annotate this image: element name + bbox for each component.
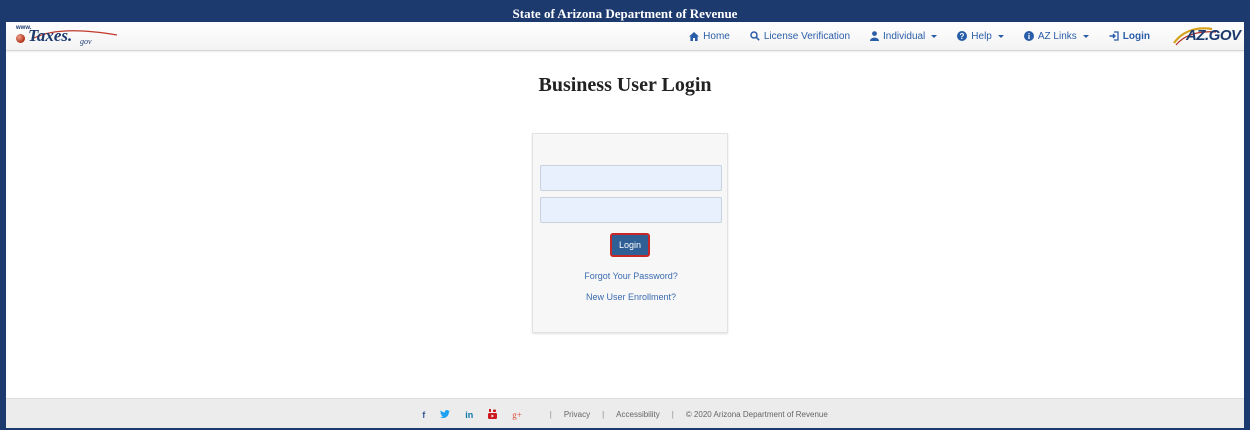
nav-links: Home License Verification Individual ? H… xyxy=(679,22,1160,50)
logo-gov-text: gov xyxy=(80,37,92,46)
nav-item-individual[interactable]: Individual xyxy=(860,22,947,50)
chevron-down-icon xyxy=(931,34,938,38)
nav-item-help[interactable]: ? Help xyxy=(947,22,1014,50)
nav-item-license-verification-label: License Verification xyxy=(763,30,851,42)
home-icon xyxy=(689,31,700,41)
copyright-text: © 2020 Arizona Department of Revenue xyxy=(685,410,828,419)
azgov-text: AZ.GOV xyxy=(1186,27,1241,44)
state-banner: State of Arizona Department of Revenue xyxy=(0,0,1250,24)
chevron-down-icon xyxy=(997,34,1004,38)
nav-item-login[interactable]: Login xyxy=(1099,22,1160,50)
nav-item-home[interactable]: Home xyxy=(679,22,740,50)
nav-item-home-label: Home xyxy=(703,30,730,42)
footer: f in g+ | Privacy | Accessibility | © 20… xyxy=(0,398,1250,430)
logo-ball-icon xyxy=(16,34,25,43)
user-icon xyxy=(870,31,880,41)
state-banner-title: State of Arizona Department of Revenue xyxy=(512,6,738,21)
footer-separator: | xyxy=(549,410,552,419)
search-icon xyxy=(750,31,760,41)
nav-item-login-label: Login xyxy=(1122,30,1150,42)
privacy-link[interactable]: Privacy xyxy=(564,410,590,419)
info-circle-icon: i xyxy=(1023,31,1034,41)
nav-item-az-links[interactable]: i AZ Links xyxy=(1014,22,1099,50)
youtube-logo-icon xyxy=(488,408,498,419)
nav-item-az-links-label: AZ Links xyxy=(1037,30,1077,42)
logo-taxes-text: Taxes. xyxy=(28,26,73,45)
page-title: Business User Login xyxy=(538,74,712,96)
svg-text:?: ? xyxy=(960,32,965,41)
login-button[interactable]: Login xyxy=(610,233,650,257)
chevron-down-icon xyxy=(1082,34,1089,38)
twitter-bird-icon xyxy=(440,409,451,418)
password-field[interactable] xyxy=(540,197,722,223)
facebook-icon[interactable]: f xyxy=(422,410,425,420)
google-plus-icon[interactable]: g+ xyxy=(512,410,522,420)
azgov-logo[interactable]: AZ.GOV xyxy=(1172,25,1242,47)
forgot-password-link[interactable]: Forgot Your Password? xyxy=(533,271,729,281)
nav-item-license-verification[interactable]: License Verification xyxy=(740,22,860,50)
accessibility-link[interactable]: Accessibility xyxy=(616,410,660,419)
youtube-icon[interactable] xyxy=(488,408,498,421)
nav-item-individual-label: Individual xyxy=(883,30,926,42)
top-navbar: www. Taxes. gov Home License Verificatio… xyxy=(0,22,1250,51)
twitter-icon[interactable] xyxy=(440,409,451,420)
linkedin-icon[interactable]: in xyxy=(465,410,473,420)
login-card: Login Forgot Your Password? New User Enr… xyxy=(532,133,728,333)
social-links: f in g+ xyxy=(422,408,522,421)
question-circle-icon: ? xyxy=(957,31,968,41)
aztaxes-logo[interactable]: www. Taxes. gov xyxy=(14,25,124,48)
sign-in-icon xyxy=(1109,31,1119,41)
nav-item-help-label: Help xyxy=(971,30,992,42)
new-user-enrollment-link[interactable]: New User Enrollment? xyxy=(533,292,729,302)
footer-separator: | xyxy=(602,410,605,419)
username-field[interactable] xyxy=(540,165,722,191)
footer-separator: | xyxy=(671,410,674,419)
